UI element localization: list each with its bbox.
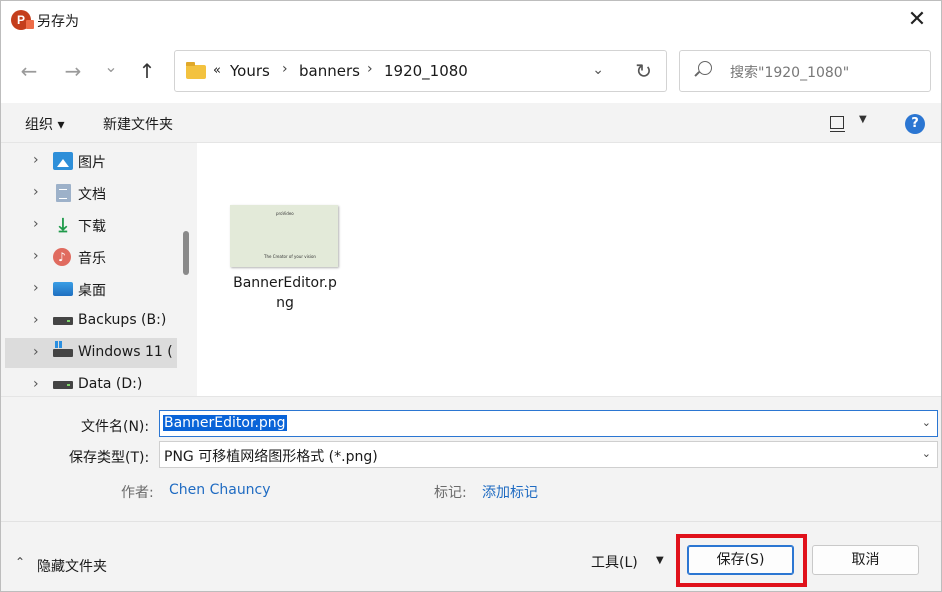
author-label: 作者: [121, 485, 154, 501]
dialog-footer: ⌃ 隐藏文件夹 工具(L) ▼ 保存(S) 取消 [1, 521, 941, 591]
command-bar: 组织 ▾ 新建文件夹 ▼ ? [1, 103, 941, 143]
address-dropdown-icon[interactable]: ⌄ [592, 62, 604, 78]
sidebar-item-data[interactable]: › Data (D:) [5, 370, 177, 396]
expand-chevron-icon[interactable]: › [33, 376, 39, 392]
sidebar-item-label: 下载 [78, 219, 106, 235]
refresh-icon[interactable]: ↻ [635, 59, 652, 83]
filename-label: 文件名(N): [81, 419, 150, 435]
expand-chevron-icon[interactable]: › [33, 184, 39, 200]
filetype-label: 保存类型(T): [69, 450, 150, 466]
search-placeholder: 搜索"1920_1080" [730, 65, 850, 81]
windows-drive-icon [53, 341, 73, 357]
sidebar-item-desktop[interactable]: › 桌面 [5, 274, 177, 304]
organize-menu[interactable]: 组织 ▾ [25, 114, 64, 134]
up-button[interactable]: ↑ [135, 59, 159, 83]
close-button[interactable]: ✕ [903, 7, 931, 33]
folder-icon [186, 62, 206, 79]
pictures-icon [53, 152, 73, 170]
drive-icon [53, 381, 73, 389]
filetype-dropdown-icon[interactable]: ⌄ [922, 447, 931, 460]
sidebar-item-label: Windows 11 ( [78, 344, 173, 360]
address-bar[interactable]: « Yours › banners › 1920_1080 ⌄ ↻ [174, 50, 667, 92]
navigation-pane: › 图片 › 文档 › ⤓ 下载 › ♪ 音乐 › 桌面 › Backups (… [1, 143, 197, 396]
back-button[interactable]: ← [17, 59, 41, 83]
hide-folders-button[interactable]: 隐藏文件夹 [37, 556, 107, 576]
tools-menu[interactable]: 工具(L) [591, 552, 638, 572]
sidebar-item-downloads[interactable]: › ⤓ 下载 [5, 210, 177, 240]
file-list: proVideo The Creator of your vision Bann… [197, 143, 941, 396]
breadcrumb-banners[interactable]: banners [299, 62, 360, 80]
chevron-up-icon[interactable]: ⌃ [15, 555, 25, 569]
sidebar-scrollbar[interactable] [183, 231, 189, 275]
sidebar-item-label: 音乐 [78, 251, 106, 267]
thumbnail-text: The Creator of your vision [264, 254, 316, 259]
breadcrumb-separator[interactable]: › [282, 61, 288, 77]
expand-chevron-icon[interactable]: › [33, 248, 39, 264]
powerpoint-icon: P [11, 10, 34, 30]
recent-locations-button[interactable]: ⌄ [99, 55, 123, 79]
forward-button[interactable]: → [61, 59, 85, 83]
sidebar-item-label: Data (D:) [78, 376, 143, 392]
sidebar-item-music[interactable]: › ♪ 音乐 [5, 242, 177, 272]
sidebar-item-label: Backups (B:) [78, 312, 167, 328]
sidebar-item-documents[interactable]: › 文档 [5, 178, 177, 208]
expand-chevron-icon[interactable]: › [33, 344, 39, 360]
documents-icon [56, 184, 71, 202]
author-value[interactable]: Chen Chauncy [169, 482, 271, 498]
search-box[interactable]: 搜索"1920_1080" [679, 50, 931, 92]
breadcrumb-separator[interactable]: › [367, 61, 373, 77]
expand-chevron-icon[interactable]: › [33, 280, 39, 296]
downloads-icon: ⤓ [58, 214, 68, 236]
sidebar-item-pictures[interactable]: › 图片 [5, 146, 177, 176]
view-dropdown-icon[interactable]: ▼ [859, 114, 867, 125]
expand-chevron-icon[interactable]: › [33, 152, 39, 168]
music-icon: ♪ [53, 248, 71, 266]
help-icon[interactable]: ? [905, 114, 925, 134]
filename-value[interactable]: BannerEditor.png [163, 415, 287, 431]
new-folder-button[interactable]: 新建文件夹 [103, 114, 173, 134]
save-button[interactable]: 保存(S) [687, 545, 794, 575]
sidebar-item-label: 文档 [78, 187, 106, 203]
add-tags-link[interactable]: 添加标记 [482, 482, 538, 502]
save-as-dialog: P 另存为 ✕ ← → ⌄ ↑ « Yours › banners › 1920… [0, 0, 942, 592]
breadcrumb-overflow[interactable]: « [213, 63, 221, 78]
file-thumbnail[interactable]: proVideo The Creator of your vision [230, 205, 338, 267]
drive-icon [53, 317, 73, 325]
tools-dropdown-icon[interactable]: ▼ [656, 555, 664, 566]
sidebar-item-label: 图片 [78, 155, 106, 171]
window-title: 另存为 [37, 14, 79, 30]
sidebar-item-label: 桌面 [78, 283, 106, 299]
title-bar: P 另存为 ✕ [1, 1, 941, 39]
thumbnail-text: proVideo [276, 211, 294, 216]
desktop-icon [53, 282, 73, 296]
filename-dropdown-icon[interactable]: ⌄ [922, 416, 931, 429]
view-mode-icon[interactable] [829, 116, 845, 132]
filetype-select[interactable]: PNG 可移植网络图形格式 (*.png) ⌄ [159, 441, 938, 468]
cancel-button[interactable]: 取消 [812, 545, 919, 575]
filename-field[interactable]: BannerEditor.png ⌄ [159, 410, 938, 437]
file-name-label[interactable]: BannerEditor.png [229, 273, 341, 313]
save-form: 文件名(N): BannerEditor.png ⌄ 保存类型(T): PNG … [1, 396, 941, 521]
navigation-bar: ← → ⌄ ↑ « Yours › banners › 1920_1080 ⌄ … [1, 39, 941, 103]
expand-chevron-icon[interactable]: › [33, 216, 39, 232]
tags-label: 标记: [434, 485, 467, 501]
filetype-value: PNG 可移植网络图形格式 (*.png) [164, 449, 378, 465]
breadcrumb-yours[interactable]: Yours [230, 62, 270, 80]
expand-chevron-icon[interactable]: › [33, 312, 39, 328]
sidebar-item-windows-11[interactable]: › Windows 11 ( [5, 338, 177, 368]
breadcrumb-1920-1080[interactable]: 1920_1080 [384, 62, 468, 80]
sidebar-item-backups[interactable]: › Backups (B:) [5, 306, 177, 336]
search-icon [698, 61, 712, 75]
